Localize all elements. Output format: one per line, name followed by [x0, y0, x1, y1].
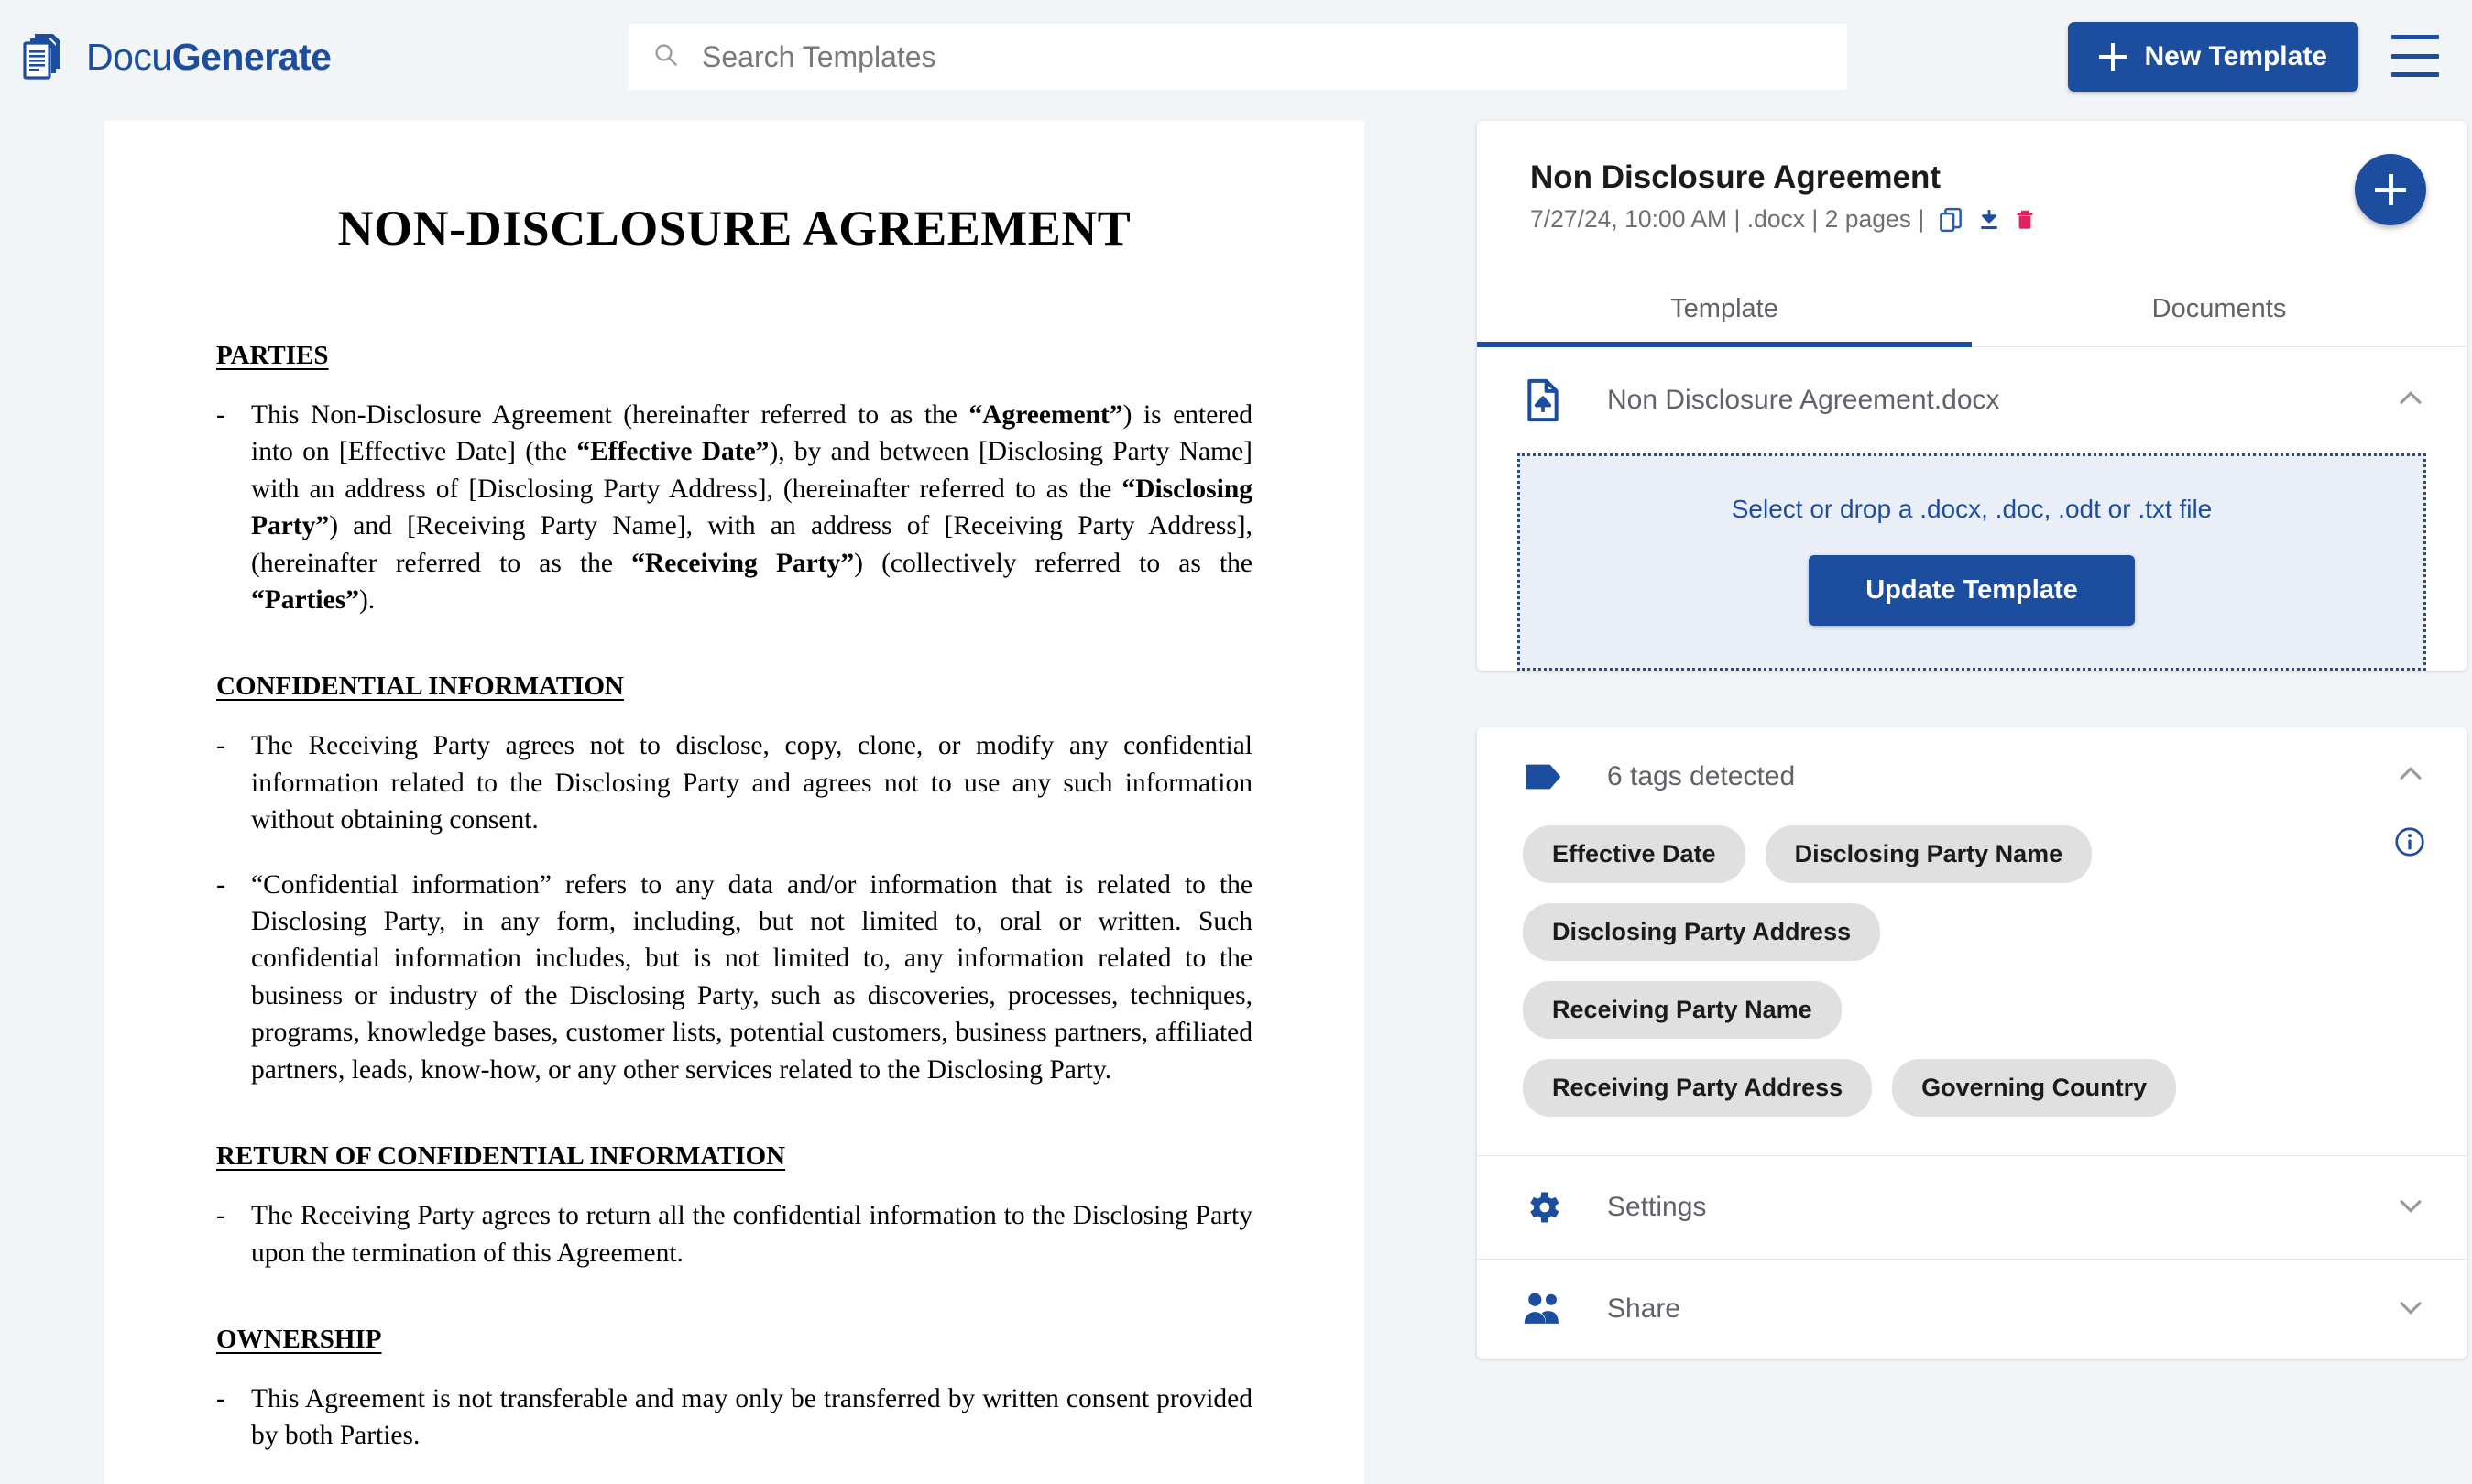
template-file-row[interactable]: Non Disclosure Agreement.docx [1477, 347, 2467, 453]
document-bullet: - This Non-Disclosure Agreement (hereinaf… [216, 397, 1252, 618]
chevron-down-icon[interactable] [2395, 1190, 2426, 1226]
tag-chip[interactable]: Receiving Party Name [1523, 981, 1842, 1039]
document-section: CONFIDENTIAL INFORMATION - The Receiving P… [216, 671, 1252, 1088]
document-body: PARTIES - This Non-Disclosure Agreement (h… [216, 341, 1252, 1455]
file-dropzone[interactable]: Select or drop a .docx, .doc, .odt or .t… [1517, 453, 2426, 671]
document-title: NON-DISCLOSURE AGREEMENT [337, 201, 1132, 256]
document-section: RETURN OF CONFIDENTIAL INFORMATION - The R… [216, 1141, 1252, 1271]
document-section: PARTIES - This Non-Disclosure Agreement (h… [216, 341, 1252, 618]
file-upload-icon [1523, 378, 1570, 422]
tag-chip[interactable]: Disclosing Party Name [1765, 825, 2093, 883]
document-section-heading: OWNERSHIP [216, 1324, 382, 1354]
share-label: Share [1607, 1293, 1681, 1324]
bullet-dash: - [216, 869, 225, 900]
update-template-button[interactable]: Update Template [1809, 555, 2135, 626]
document-bullet-text: “Confidential information” refers to any… [251, 869, 1252, 1085]
new-template-button[interactable]: New Template [2067, 22, 2358, 92]
brand-title: DocuGenerate [86, 35, 332, 79]
tag-chip[interactable]: Disclosing Party Address [1523, 903, 1881, 961]
tab-documents[interactable]: Documents [1972, 270, 2467, 346]
bullet-dash: - [216, 400, 225, 430]
chevron-up-icon[interactable] [2395, 758, 2426, 794]
document-bullet: - The Receiving Party agrees not to discl… [216, 727, 1252, 838]
add-template-fab[interactable] [2355, 154, 2426, 225]
tag-chip[interactable]: Governing Country [1892, 1059, 2177, 1117]
brand-title-light: Docu [86, 35, 172, 78]
document-bullet-text: The Receiving Party agrees to return all… [251, 1201, 1252, 1268]
tags-list-container: Effective Date Disclosing Party Name Discl… [1477, 825, 2467, 1155]
document-bullet: - “Confidential information” refers to an… [216, 867, 1252, 1088]
chevron-down-icon[interactable] [2395, 1292, 2426, 1327]
share-row[interactable]: Share [1477, 1260, 2467, 1359]
document-preview-pane[interactable]: NON-DISCLOSURE AGREEMENT PARTIES - This No… [104, 121, 1364, 1484]
panel-tabs: Template Documents [1477, 270, 2467, 347]
panel-title: Non Disclosure Agreement [1530, 159, 1941, 195]
chevron-up-icon[interactable] [2395, 383, 2426, 419]
bullet-dash: - [216, 1383, 225, 1413]
tag-icon [1523, 763, 1570, 791]
new-template-button-label: New Template [2144, 41, 2328, 71]
gear-icon [1523, 1187, 1570, 1228]
documents-stack-icon [20, 31, 71, 82]
tab-template[interactable]: Template [1477, 270, 1972, 347]
document-bullet-text: This Agreement is not transferable and m… [251, 1383, 1252, 1451]
document-section-heading: PARTIES [216, 341, 329, 370]
top-app-bar: DocuGenerate New Template [0, 0, 2472, 114]
settings-row[interactable]: Settings [1477, 1156, 2467, 1259]
template-filename: Non Disclosure Agreement.docx [1607, 385, 2000, 415]
document-section: OWNERSHIP - This Agreement is not transfer… [216, 1325, 1252, 1455]
panel-metadata-text: 7/27/24, 10:00 AM | .docx | 2 pages | [1530, 205, 1925, 233]
search-icon [652, 41, 680, 73]
tag-chip[interactable]: Receiving Party Address [1523, 1059, 1873, 1117]
brand-title-bold: Generate [171, 35, 332, 78]
dropzone-hint: Select or drop a .docx, .doc, .odt or .t… [1731, 495, 2213, 523]
template-card: Non Disclosure Agreement 7/27/24, 10:00 … [1477, 121, 2467, 671]
document-bullet-text: This Non-Disclosure Agreement (hereinaft… [251, 400, 1253, 616]
search-input[interactable] [702, 39, 1823, 74]
document-bullet: - The Receiving Party agrees to return al… [216, 1197, 1252, 1271]
trash-icon[interactable] [2014, 206, 2036, 234]
tags-header-row[interactable]: 6 tags detected [1477, 727, 2467, 825]
people-icon [1523, 1291, 1570, 1327]
bullet-dash: - [216, 1201, 225, 1231]
document-bullet: - This Agreement is not transferable and … [216, 1380, 1252, 1455]
download-icon[interactable] [1977, 206, 2001, 234]
plus-icon [2375, 174, 2406, 205]
document-bullet-text: The Receiving Party agrees not to disclo… [251, 731, 1252, 835]
search-bar[interactable] [629, 24, 1847, 90]
plus-icon [2098, 43, 2127, 71]
tag-chip[interactable]: Effective Date [1523, 825, 1745, 883]
tags-settings-card: 6 tags detected Effective Date Disclosing… [1477, 727, 2467, 1359]
template-details-panel: Non Disclosure Agreement 7/27/24, 10:00 … [1477, 121, 2467, 1359]
tags-count-label: 6 tags detected [1607, 760, 1796, 791]
tag-chip-list: Effective Date Disclosing Party Name Discl… [1523, 825, 2201, 1117]
document-section-heading: RETURN OF CONFIDENTIAL INFORMATION [216, 1141, 786, 1172]
info-icon[interactable] [2393, 825, 2426, 858]
panel-metadata: 7/27/24, 10:00 AM | .docx | 2 pages | [1530, 205, 2467, 234]
document-section-heading: CONFIDENTIAL INFORMATION [216, 671, 624, 702]
settings-label: Settings [1607, 1192, 1707, 1222]
hamburger-menu-icon[interactable] [2391, 35, 2439, 77]
bullet-dash: - [216, 731, 225, 761]
copy-icon[interactable] [1937, 206, 1964, 234]
brand-logo-link[interactable]: DocuGenerate [20, 31, 332, 82]
